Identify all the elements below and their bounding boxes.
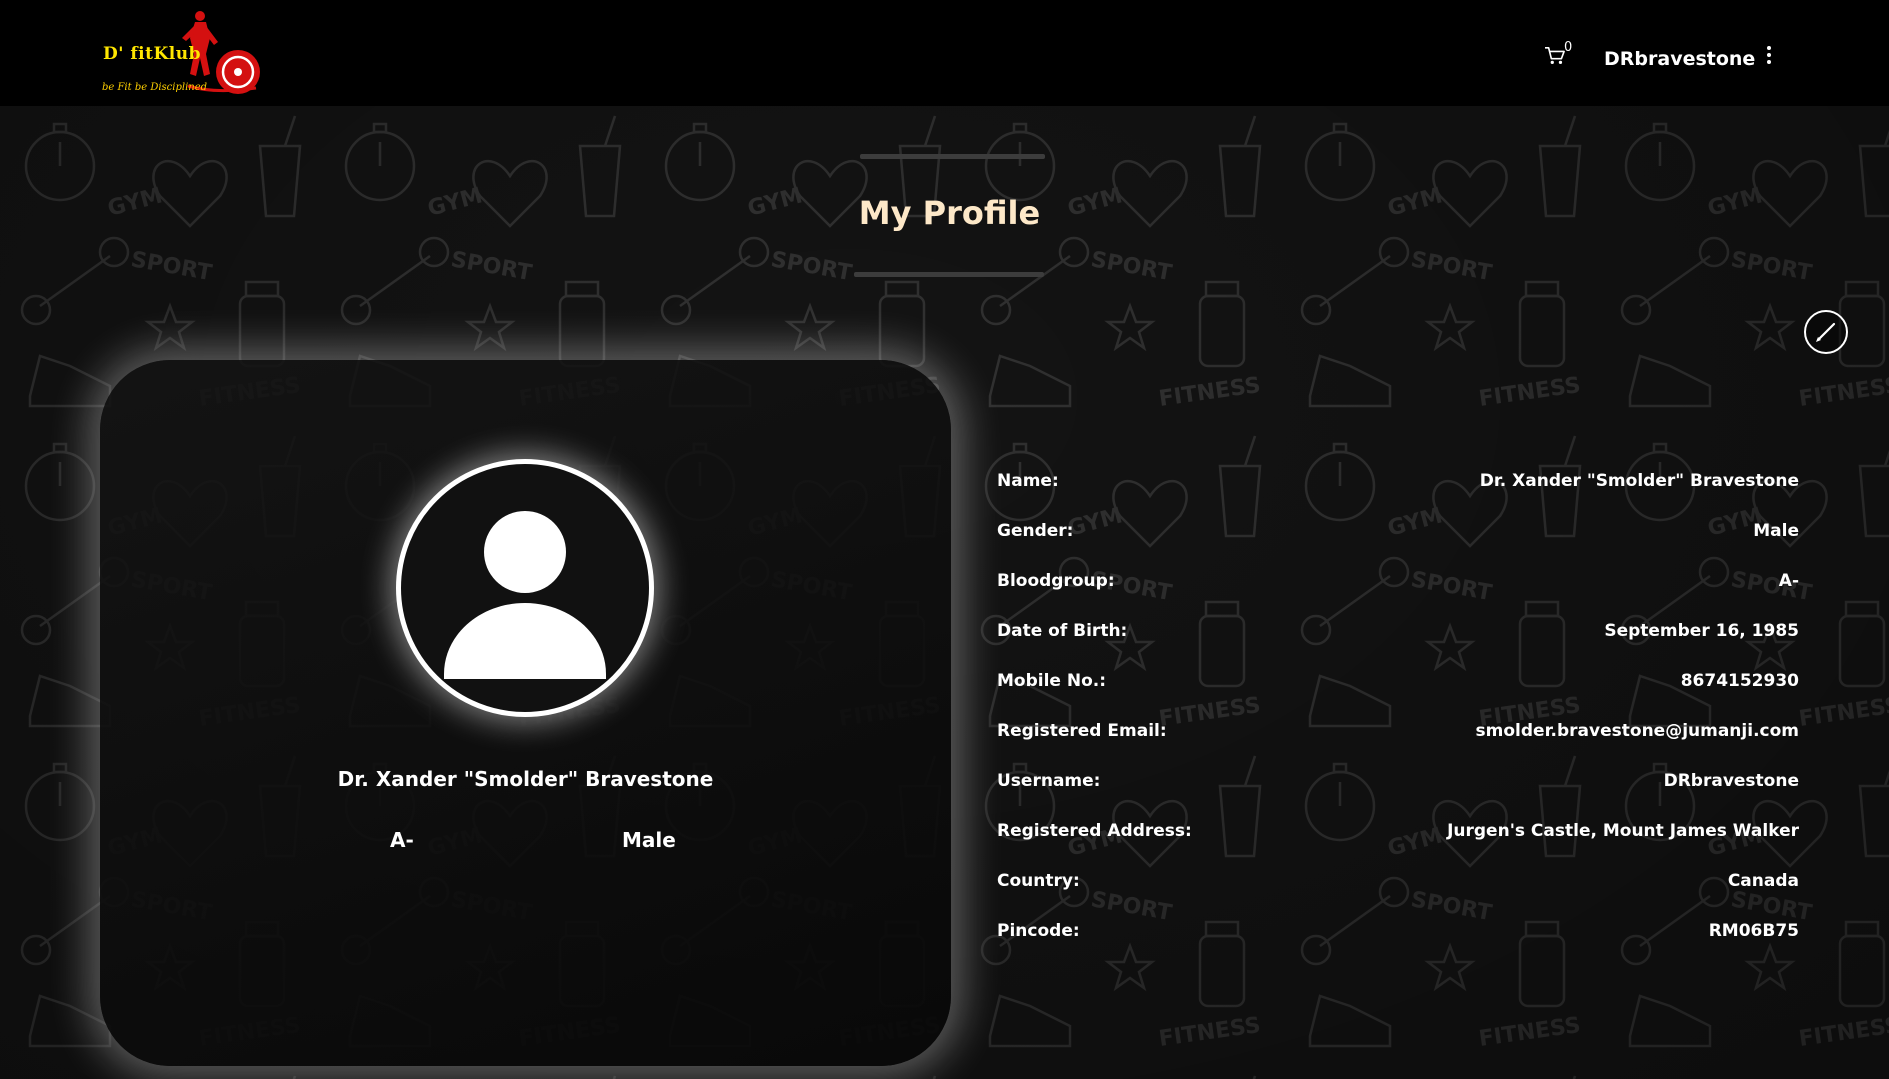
detail-row-username: Username: DRbravestone — [997, 771, 1799, 821]
card-full-name: Dr. Xander "Smolder" Bravestone — [337, 767, 714, 791]
detail-value: Dr. Xander "Smolder" Bravestone — [1479, 471, 1799, 491]
detail-value: DRbravestone — [1663, 771, 1799, 791]
kebab-menu-icon[interactable] — [1762, 46, 1776, 66]
detail-row-bloodgroup: Bloodgroup: A- — [997, 571, 1799, 621]
brand-logo[interactable]: D' fitKlub be Fit be Disciplined — [100, 8, 260, 100]
detail-row-mobile: Mobile No.: 8674152930 — [997, 671, 1799, 721]
card-gender: Male — [622, 828, 676, 852]
detail-value: Jurgen's Castle, Mount James Walker — [1447, 821, 1799, 841]
detail-label: Gender: — [997, 521, 1074, 541]
detail-row-gender: Gender: Male — [997, 521, 1799, 571]
detail-value: A- — [1778, 571, 1799, 591]
shopping-cart-icon[interactable] — [1544, 46, 1566, 66]
detail-row-dob: Date of Birth: September 16, 1985 — [997, 621, 1799, 671]
detail-label: Bloodgroup: — [997, 571, 1115, 591]
detail-row-country: Country: Canada — [997, 871, 1799, 921]
title-divider-bottom — [854, 272, 1044, 277]
detail-value: 8674152930 — [1680, 671, 1799, 691]
user-silhouette-icon — [444, 511, 606, 679]
detail-row-email: Registered Email: smolder.bravestone@jum… — [997, 721, 1799, 771]
detail-row-pincode: Pincode: RM06B75 — [997, 921, 1799, 971]
page-title: My Profile — [858, 194, 1041, 232]
detail-label: Mobile No.: — [997, 671, 1107, 691]
detail-value: September 16, 1985 — [1604, 621, 1799, 641]
detail-label: Pincode: — [997, 921, 1080, 941]
logo-title: D' fitKlub — [103, 44, 201, 64]
detail-value: Canada — [1727, 871, 1799, 891]
logo-tagline: be Fit be Disciplined — [102, 82, 208, 93]
edit-profile-button[interactable] — [1804, 310, 1848, 354]
detail-label: Date of Birth: — [997, 621, 1128, 641]
detail-row-address: Registered Address: Jurgen's Castle, Mou… — [997, 821, 1799, 871]
top-navbar: D' fitKlub be Fit be Disciplined 0 DRbra… — [0, 0, 1889, 106]
detail-label: Name: — [997, 471, 1059, 491]
detail-row-name: Name: Dr. Xander "Smolder" Bravestone — [997, 471, 1799, 521]
detail-value: RM06B75 — [1708, 921, 1799, 941]
avatar — [396, 459, 654, 717]
pencil-icon — [1816, 322, 1836, 342]
detail-label: Registered Email: — [997, 721, 1167, 741]
title-divider-top — [860, 154, 1045, 159]
profile-card: Dr. Xander "Smolder" Bravestone A- Male — [100, 360, 951, 1066]
profile-details-list: Name: Dr. Xander "Smolder" Bravestone Ge… — [997, 471, 1799, 971]
detail-value: Male — [1753, 521, 1799, 541]
header-username[interactable]: DRbravestone — [1604, 48, 1755, 70]
detail-label: Registered Address: — [997, 821, 1192, 841]
detail-label: Country: — [997, 871, 1080, 891]
card-bloodgroup: A- — [390, 828, 414, 852]
cart-count-badge: 0 — [1564, 40, 1573, 55]
detail-label: Username: — [997, 771, 1101, 791]
detail-value: smolder.bravestone@jumanji.com — [1475, 721, 1799, 741]
profile-page: FITNESS GYM SPORT My Profile Dr. Xander … — [0, 106, 1889, 1079]
